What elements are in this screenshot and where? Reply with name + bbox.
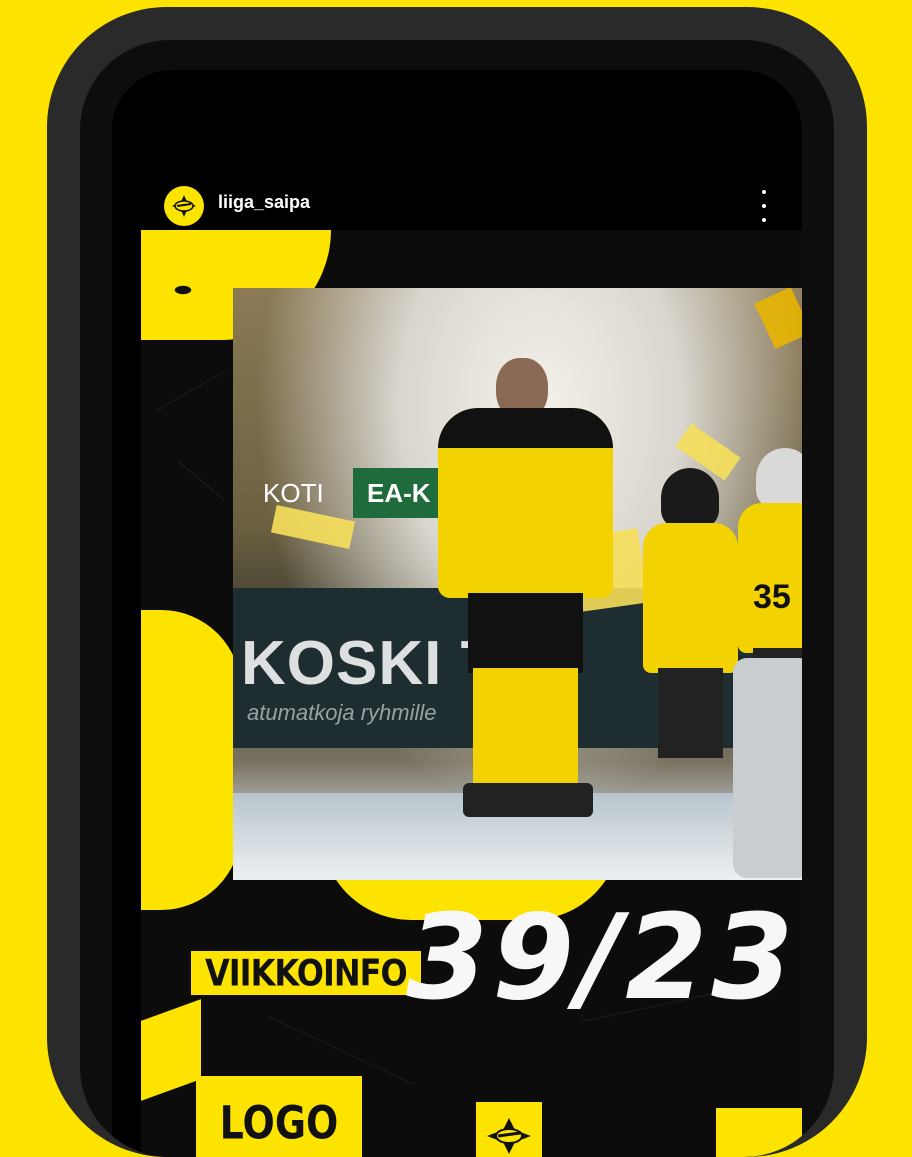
phone-frame: liiga_saipa KOTI EA-K KOSKI TR atumatkoj… [47, 7, 867, 1157]
flag [754, 288, 802, 350]
player-photo: KOTI EA-K KOSKI TR atumatkoja ryhmille 3… [233, 288, 802, 880]
viikkoinfo-text: VIIKKOINFO [205, 951, 408, 995]
saipa-lynx-logo-icon [476, 1102, 542, 1157]
saipa-corner-logo-icon [161, 268, 205, 312]
post-image[interactable]: KOTI EA-K KOSKI TR atumatkoja ryhmille 3… [141, 230, 802, 1157]
koti-sign: KOTI [263, 478, 324, 508]
board-advert-subtext: atumatkoja ryhmille [247, 700, 437, 725]
phone-notch [299, 70, 714, 126]
avatar[interactable] [164, 186, 204, 226]
yellow-shape-left-lower [141, 999, 201, 1101]
phone-screen: liiga_saipa KOTI EA-K KOSKI TR atumatkoj… [112, 70, 802, 1157]
logo-placeholder: LOGO [196, 1076, 362, 1157]
logo-placeholder-text: LOGO [219, 1096, 339, 1150]
jersey-number: 35 [753, 578, 791, 616]
scratch [268, 1016, 414, 1085]
yellow-shape-left-edge [141, 610, 241, 910]
flag [270, 504, 356, 550]
saipa-lynx-logo-icon [172, 195, 196, 217]
username[interactable]: liiga_saipa [218, 192, 310, 213]
week-number: 39/23 [406, 888, 798, 1026]
hockey-player [438, 358, 613, 818]
yellow-block-bottom-right [716, 1108, 802, 1157]
scratch [156, 370, 226, 411]
goalie-pads [733, 658, 802, 878]
vertical-ellipsis-icon[interactable] [756, 190, 772, 222]
viikkoinfo-label: VIIKKOINFO [188, 948, 424, 998]
post-header: liiga_saipa [112, 160, 802, 226]
junior-player [643, 468, 738, 768]
phone-bezel: liiga_saipa KOTI EA-K KOSKI TR atumatkoj… [80, 40, 834, 1157]
scratch [177, 460, 225, 501]
